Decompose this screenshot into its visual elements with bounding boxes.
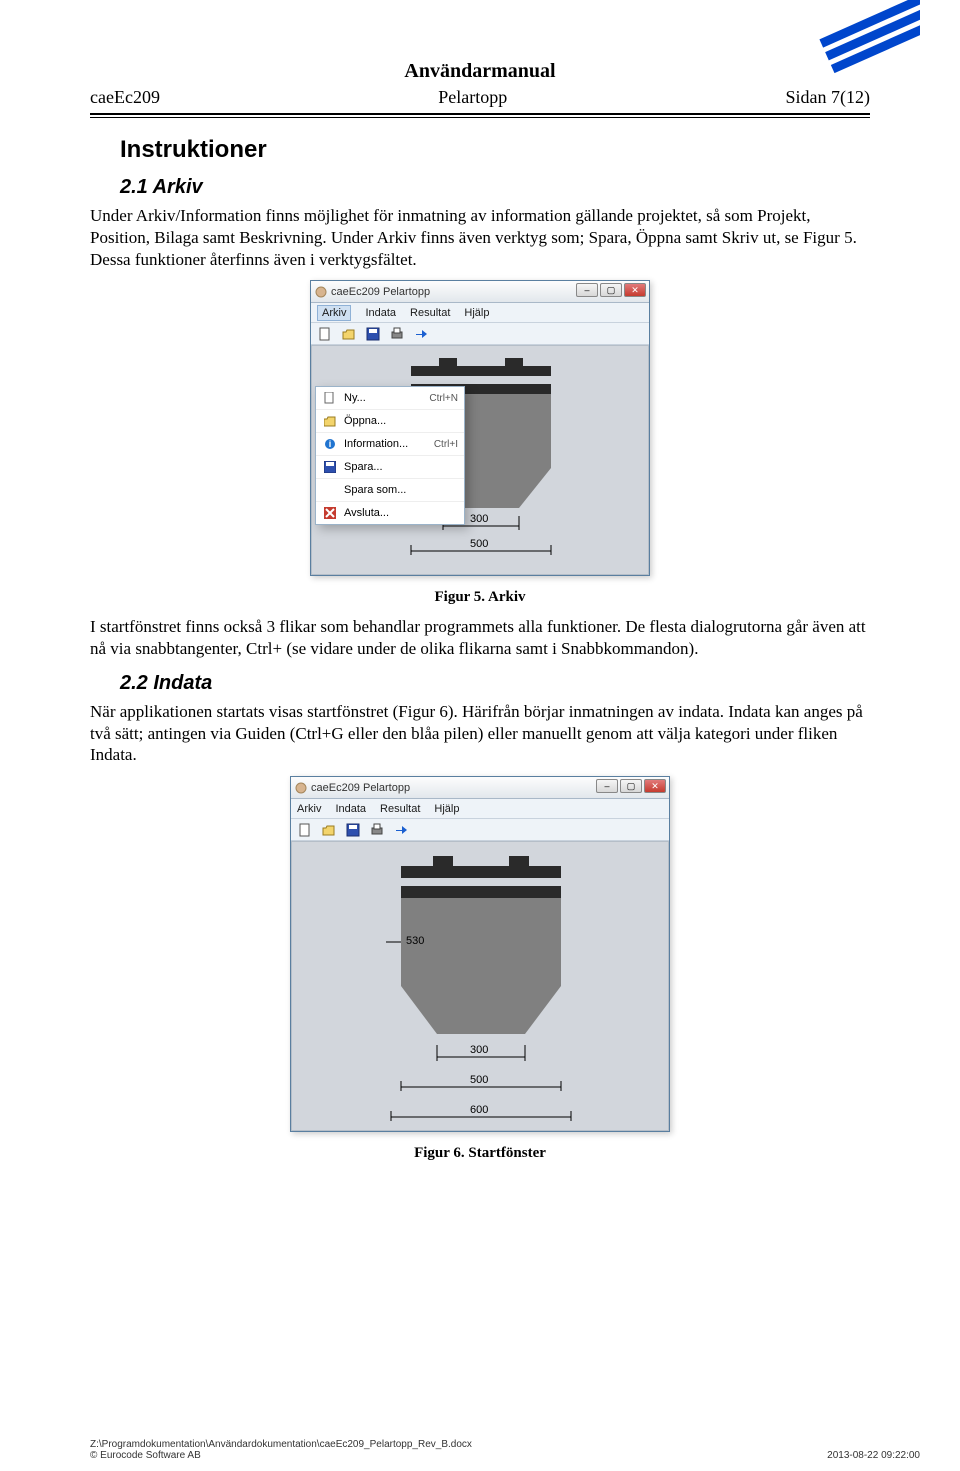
save-icon[interactable] (345, 822, 361, 838)
menu-resultat[interactable]: Resultat (410, 307, 450, 319)
drawing-canvas-fig6: 530 300 500 600 (291, 841, 669, 1131)
new-icon[interactable] (297, 822, 313, 838)
window-titlebar: caeEc209 Pelartopp – ▢ ✕ (291, 777, 669, 799)
heading-arkiv: 2.1 Arkiv (120, 176, 870, 199)
footer-path: Z:\Programdokumentation\Användardokument… (90, 1439, 472, 1450)
close-button[interactable]: ✕ (624, 283, 646, 297)
logo-stripes (800, 0, 920, 80)
window-title: caeEc209 Pelartopp (331, 286, 430, 298)
menu-item-information[interactable]: i Information... Ctrl+I (316, 433, 464, 456)
doc-title: Användarmanual (90, 60, 870, 83)
figure-6: caeEc209 Pelartopp – ▢ ✕ Arkiv Indata Re… (90, 776, 870, 1137)
heading-indata: 2.2 Indata (120, 672, 870, 695)
toolbar (311, 323, 649, 345)
menu-hjalp[interactable]: Hjälp (434, 803, 459, 815)
info-icon: i (322, 436, 338, 452)
menu-item-sparasom[interactable]: Spara som... (316, 479, 464, 502)
app-window-fig6: caeEc209 Pelartopp – ▢ ✕ Arkiv Indata Re… (290, 776, 670, 1132)
menu-arkiv[interactable]: Arkiv (317, 305, 351, 321)
header-mid: Pelartopp (438, 87, 507, 108)
toolbar (291, 819, 669, 841)
minimize-button[interactable]: – (596, 779, 618, 793)
footer-date: 2013-08-22 09:22:00 (827, 1450, 920, 1461)
para-arkiv-1: Under Arkiv/Information finns möjlighet … (90, 205, 870, 270)
menu-item-spara[interactable]: Spara... (316, 456, 464, 479)
menu-resultat[interactable]: Resultat (380, 803, 420, 815)
para-indata-1: När applikationen startats visas startfö… (90, 701, 870, 766)
menubar: Arkiv Indata Resultat Hjälp (311, 303, 649, 323)
saveas-icon (322, 482, 338, 498)
print-icon[interactable] (389, 326, 405, 342)
app-icon (295, 782, 307, 794)
figure-5: caeEc209 Pelartopp – ▢ ✕ Arkiv Indata Re… (90, 280, 870, 581)
maximize-button[interactable]: ▢ (600, 283, 622, 297)
menu-item-oppna[interactable]: Öppna... (316, 410, 464, 433)
pelartopp-shape (292, 842, 670, 1132)
maximize-button[interactable]: ▢ (620, 779, 642, 793)
guide-icon[interactable] (393, 822, 409, 838)
footer-copy: © Eurocode Software AB (90, 1450, 472, 1461)
arkiv-dropdown: Ny... Ctrl+N Öppna... i Information... C… (315, 386, 465, 525)
new-file-icon (322, 390, 338, 406)
window-title: caeEc209 Pelartopp (311, 782, 410, 794)
minimize-button[interactable]: – (576, 283, 598, 297)
dim-500: 500 (470, 538, 488, 550)
save-icon[interactable] (365, 326, 381, 342)
exit-icon (322, 505, 338, 521)
header-right: Sidan 7(12) (785, 87, 870, 108)
open-icon[interactable] (321, 822, 337, 838)
new-icon[interactable] (317, 326, 333, 342)
window-titlebar: caeEc209 Pelartopp – ▢ ✕ (311, 281, 649, 303)
menu-indata[interactable]: Indata (365, 307, 396, 319)
open-icon[interactable] (341, 326, 357, 342)
dim-300b: 300 (470, 1044, 488, 1056)
dim-300: 300 (470, 513, 488, 525)
print-icon[interactable] (369, 822, 385, 838)
menu-hjalp[interactable]: Hjälp (464, 307, 489, 319)
menu-indata[interactable]: Indata (335, 803, 366, 815)
app-icon (315, 286, 327, 298)
menubar: Arkiv Indata Resultat Hjälp (291, 799, 669, 819)
save-disk-icon (322, 459, 338, 475)
menu-item-ny[interactable]: Ny... Ctrl+N (316, 387, 464, 410)
fig5-caption: Figur 5. Arkiv (90, 589, 870, 606)
page-header: caeEc209 Pelartopp Sidan 7(12) (90, 87, 870, 110)
para-arkiv-2: I startfönstret finns också 3 flikar som… (90, 616, 870, 660)
heading-instruktioner: Instruktioner (120, 136, 870, 164)
fig6-caption: Figur 6. Startfönster (90, 1145, 870, 1162)
open-folder-icon (322, 413, 338, 429)
close-button[interactable]: ✕ (644, 779, 666, 793)
header-rule (90, 113, 870, 118)
dim-600: 600 (470, 1104, 488, 1116)
app-window-fig5: caeEc209 Pelartopp – ▢ ✕ Arkiv Indata Re… (310, 280, 650, 576)
svg-text:i: i (329, 439, 332, 449)
guide-icon[interactable] (413, 326, 429, 342)
page-footer: Z:\Programdokumentation\Användardokument… (90, 1439, 920, 1461)
menu-arkiv[interactable]: Arkiv (297, 803, 321, 815)
dim-530: 530 (406, 935, 424, 947)
menu-item-avsluta[interactable]: Avsluta... (316, 502, 464, 524)
dim-500b: 500 (470, 1074, 488, 1086)
header-left: caeEc209 (90, 87, 160, 108)
